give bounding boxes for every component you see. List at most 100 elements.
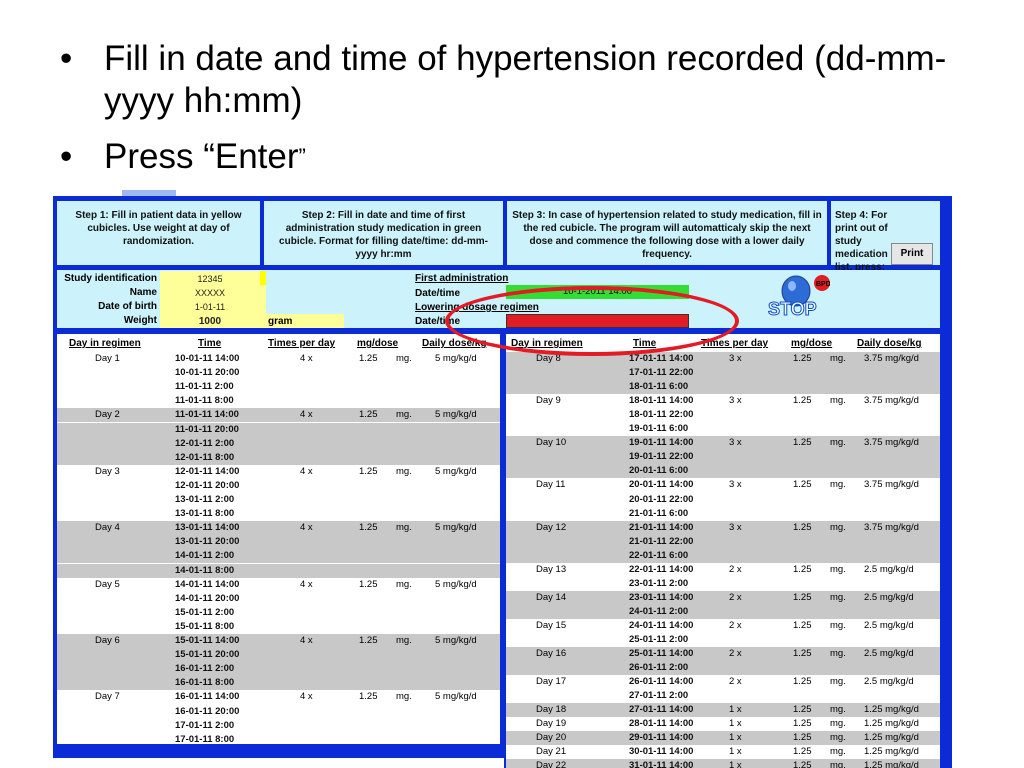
cell-time: 21-01-11 22:00	[629, 535, 694, 547]
first-admin-label: First administration	[415, 273, 509, 284]
left-col-mgdose: mg/dose	[357, 338, 399, 349]
cell-times: 4 x	[300, 353, 313, 364]
cell-time: 17-01-11 14:00	[629, 353, 694, 364]
cell-time: 22-01-11 6:00	[629, 549, 689, 561]
print-button[interactable]: Print	[891, 243, 933, 265]
sheet-bottom-strip	[53, 758, 504, 768]
weight-unit: gram	[268, 316, 293, 327]
table-row: 18-01-11 6:00	[506, 380, 940, 395]
cell-day: Day 18	[536, 704, 567, 716]
cell-mg: 1.25	[793, 746, 812, 758]
cell-time: 11-01-11 2:00	[175, 381, 234, 393]
bullet-dot-icon: •	[60, 137, 73, 176]
cell-times: 3 x	[729, 353, 742, 364]
cell-mg: 1.25	[793, 591, 812, 603]
cell-day: Day 22	[536, 760, 567, 768]
table-row: 14-01-11 2:00	[57, 549, 500, 564]
step3-text: Step 3: In case of hypertension related …	[512, 210, 822, 260]
cell-unit: mg.	[830, 437, 846, 449]
highlight-ellipse	[445, 286, 739, 356]
cell-times: 4 x	[300, 465, 313, 477]
cell-unit: mg.	[396, 691, 412, 703]
cell-time: 24-01-11 2:00	[629, 605, 689, 617]
table-row: Day 20 29-01-11 14:00 1 x 1.25 mg. 1.25 mg/kg…	[506, 731, 940, 746]
step2-box: Step 2: Fill in date and time of first a…	[264, 201, 503, 265]
cell-time: 28-01-11 14:00	[629, 718, 694, 730]
cell-mg: 1.25	[793, 676, 812, 688]
cell-times: 2 x	[729, 619, 742, 631]
cell-times: 2 x	[729, 676, 742, 688]
cell-time: 16-01-11 20:00	[175, 705, 240, 717]
bullet-fill-date: • Fill in date and time of hypertension …	[60, 38, 1000, 128]
name-input[interactable]: XXXXX	[160, 288, 260, 298]
cell-day: Day 3	[95, 465, 120, 477]
cell-unit: mg.	[396, 522, 412, 534]
cell-daily: 1.25 mg/kg/d	[864, 704, 919, 716]
cell-time: 13-01-11 8:00	[175, 508, 235, 520]
cell-time: 16-01-11 2:00	[175, 663, 235, 675]
step1-text: Step 1: Fill in patient data in yellow c…	[75, 210, 242, 247]
cell-time: 15-01-11 20:00	[175, 649, 240, 661]
cell-daily: 2.5 mg/kg/d	[864, 619, 914, 631]
right-col-mgdose: mg/dose	[791, 338, 833, 349]
cell-daily: 5 mg/kg/d	[435, 578, 477, 590]
yellow-marker	[260, 271, 266, 285]
table-row: Day 5 14-01-11 14:00 4 x 1.25 mg. 5 mg/kg/d	[57, 577, 500, 592]
cell-daily: 3.75 mg/kg/d	[864, 479, 919, 491]
left-col-time: Time	[198, 338, 222, 349]
cell-time: 12-01-11 20:00	[175, 479, 240, 491]
bullet-press-enter: • Press “Enter”	[60, 136, 1000, 178]
cell-daily: 1.25 mg/kg/d	[864, 746, 919, 758]
table-row: 13-01-11 2:00	[57, 493, 500, 508]
cell-daily: 1.25 mg/kg/d	[864, 732, 919, 744]
left-table-footer	[57, 744, 500, 758]
cell-time: 17-01-11 2:00	[175, 719, 235, 731]
cell-time: 10-01-11 20:00	[175, 367, 240, 379]
table-row: 22-01-11 6:00	[506, 548, 940, 563]
cell-unit: mg.	[396, 635, 412, 646]
cell-time: 26-01-11 2:00	[629, 662, 689, 674]
cell-time: 14-01-11 2:00	[175, 550, 235, 562]
cell-daily: 2.5 mg/kg/d	[864, 563, 914, 575]
cell-unit: mg.	[830, 353, 846, 364]
table-row: Day 12 21-01-11 14:00 3 x 1.25 mg. 3.75 mg/kg…	[506, 520, 940, 535]
table-row: 12-01-11 8:00	[57, 450, 500, 465]
step4-text: Step 4: For print out of study medicatio…	[835, 210, 888, 273]
cell-time: 12-01-11 2:00	[175, 437, 235, 449]
study-id-label: Study identification	[64, 273, 157, 284]
cell-mg: 1.25	[793, 732, 812, 744]
cell-daily: 5 mg/kg/d	[435, 635, 477, 646]
table-row: Day 6 15-01-11 14:00 4 x 1.25 mg. 5 mg/kg/d	[57, 634, 500, 649]
cell-time: 30-01-11 14:00	[629, 746, 694, 758]
cell-times: 3 x	[729, 437, 742, 449]
cell-time: 23-01-11 14:00	[629, 591, 694, 603]
cell-times: 4 x	[300, 635, 313, 646]
cell-daily: 2.5 mg/kg/d	[864, 648, 914, 660]
cell-time: 14-01-11 14:00	[175, 578, 240, 590]
cell-day: Day 11	[536, 479, 566, 491]
cell-daily: 3.75 mg/kg/d	[864, 353, 919, 364]
cell-unit: mg.	[830, 676, 846, 688]
cell-mg: 1.25	[359, 578, 378, 590]
cell-daily: 1.25 mg/kg/d	[864, 760, 919, 768]
cell-times: 3 x	[729, 395, 742, 407]
cell-time: 27-01-11 14:00	[629, 704, 694, 716]
weight-input[interactable]: 1000	[160, 316, 260, 327]
cell-day: Day 9	[536, 395, 561, 407]
stop-text: STOP	[768, 299, 818, 320]
svg-text:BPD: BPD	[816, 281, 830, 288]
cell-times: 1 x	[729, 760, 742, 768]
cell-time: 11-01-11 8:00	[175, 395, 234, 407]
cell-time: 23-01-11 2:00	[629, 577, 689, 589]
study-id-input[interactable]: 12345	[160, 274, 260, 284]
cell-time: 20-01-11 14:00	[629, 479, 694, 491]
table-row: Day 9 18-01-11 14:00 3 x 1.25 mg. 3.75 mg/kg/…	[506, 394, 940, 409]
cell-unit: mg.	[830, 563, 846, 575]
table-row: 18-01-11 22:00	[506, 408, 940, 423]
cell-mg: 1.25	[793, 395, 812, 407]
cell-time: 11-01-11 20:00	[175, 423, 239, 435]
dob-input[interactable]: 1-01-11	[160, 302, 260, 312]
cell-day: Day 19	[536, 718, 567, 730]
bullet-quote: ”	[298, 144, 306, 169]
cell-day: Day 15	[536, 619, 567, 631]
